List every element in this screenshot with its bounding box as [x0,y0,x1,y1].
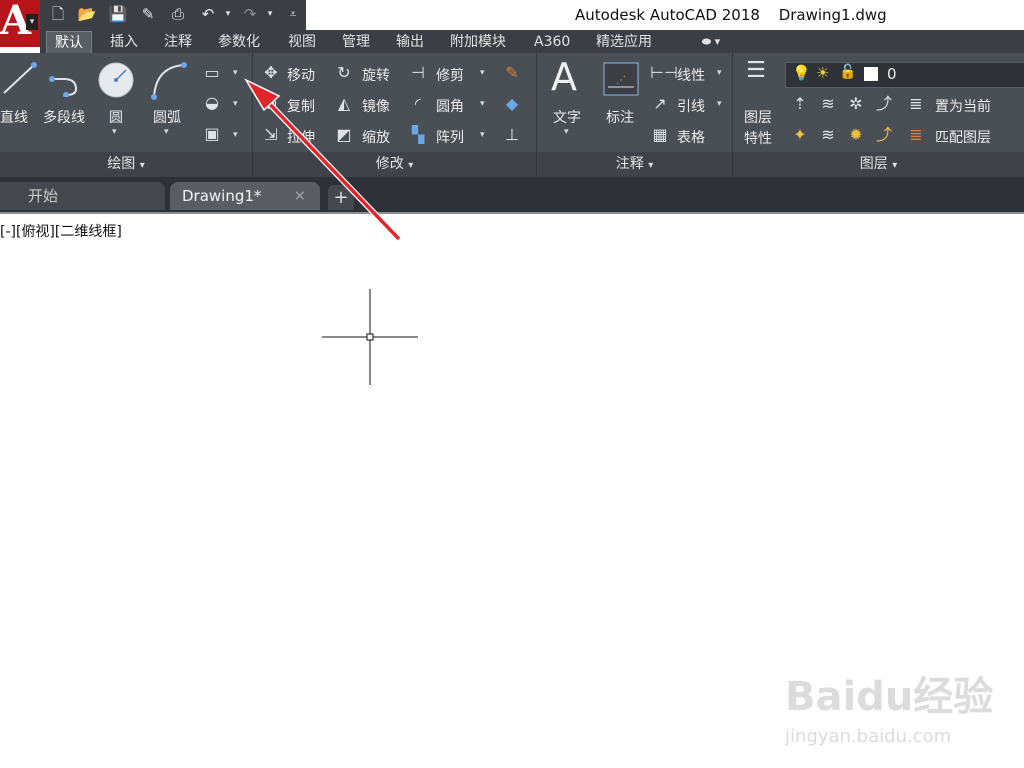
annotation-arrow [244,78,401,241]
baidu-watermark: Baidu经验 jingyan.baidu.com [785,674,993,747]
watermark-brand: Baidu经验 [785,674,993,720]
watermark-site: jingyan.baidu.com [785,726,951,747]
